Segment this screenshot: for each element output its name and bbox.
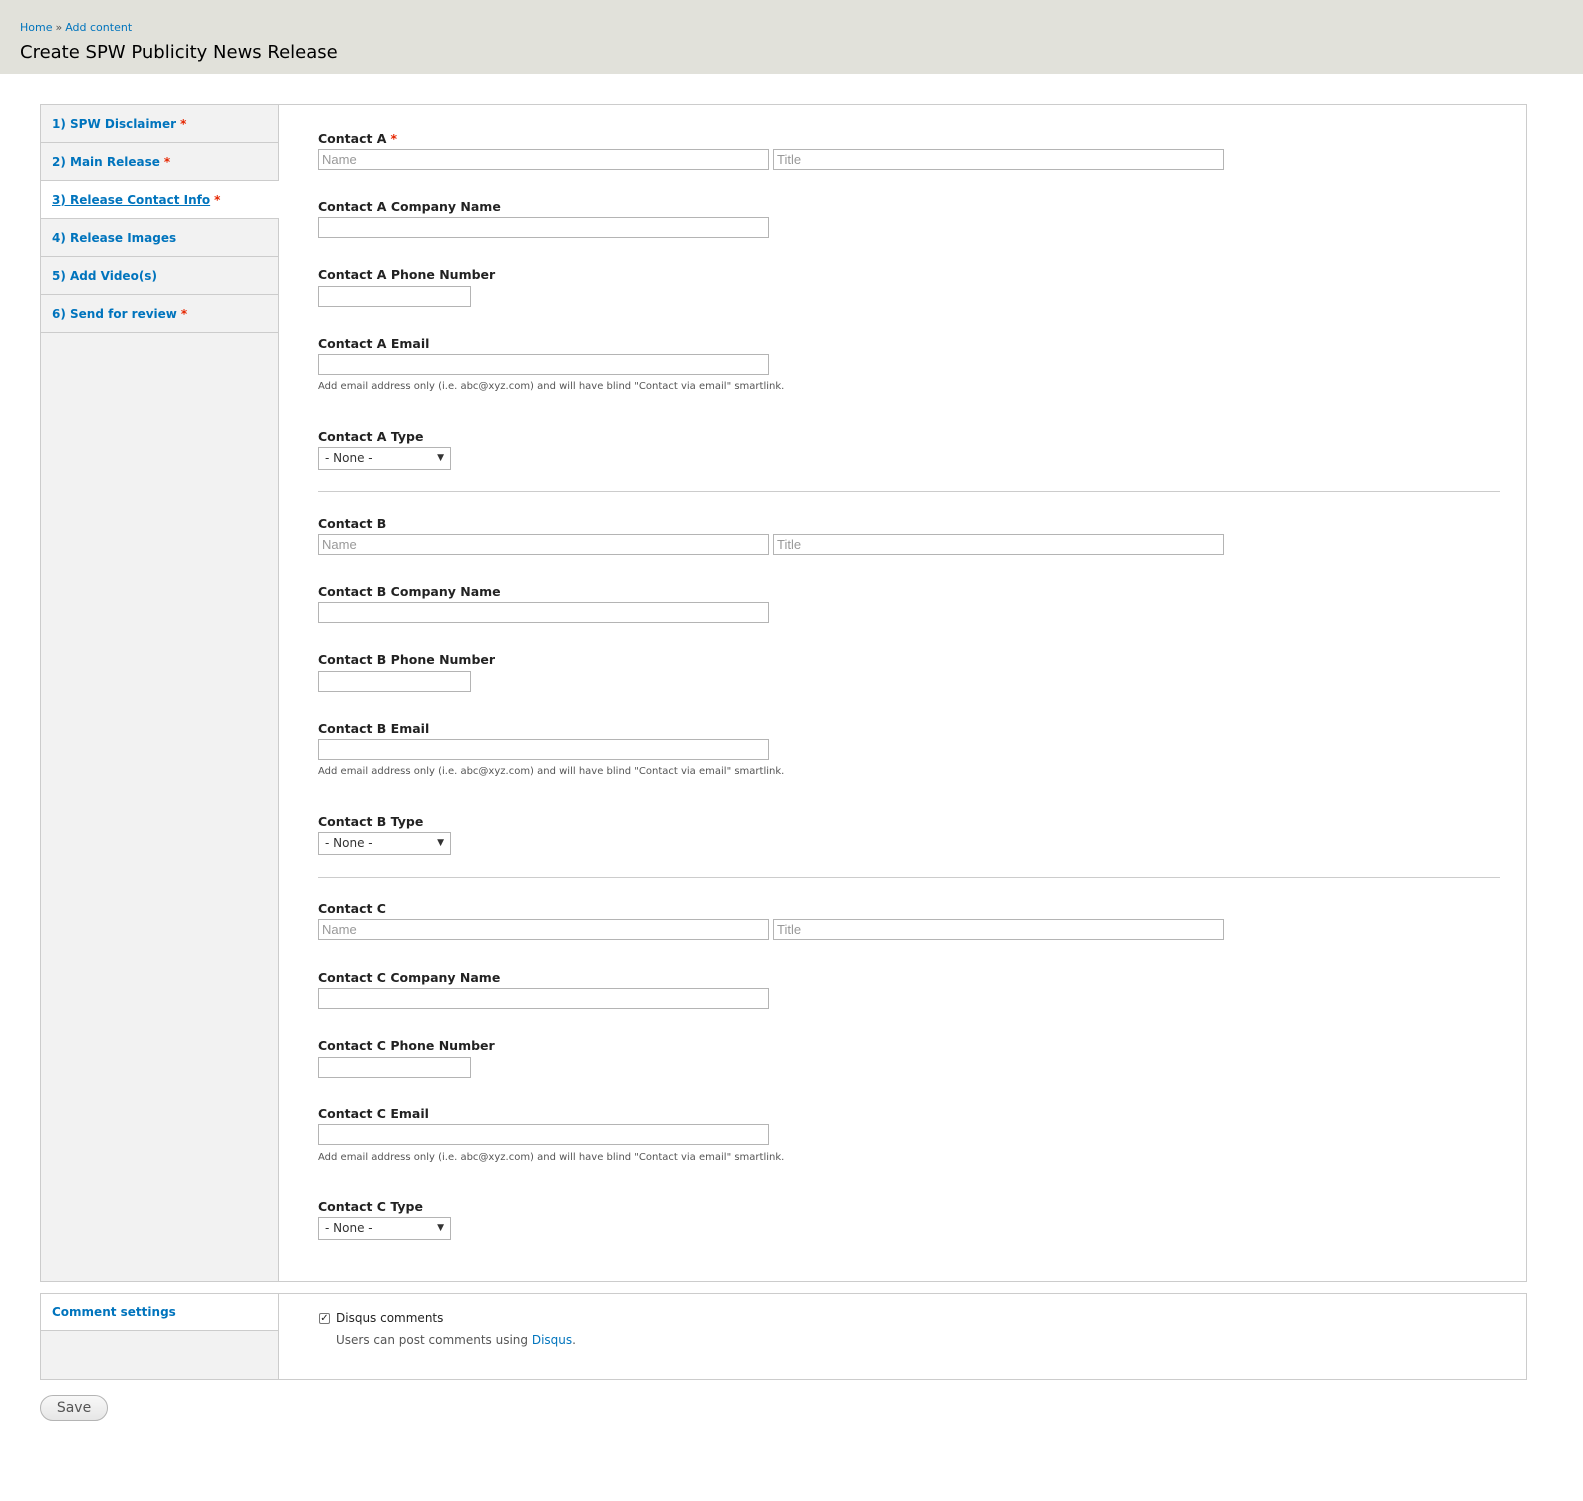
chevron-down-icon: ▼ bbox=[437, 1223, 444, 1233]
contact-a-name-input[interactable] bbox=[318, 149, 769, 170]
contact-b-company-input[interactable] bbox=[318, 602, 769, 623]
disqus-comments-label[interactable]: Disqus comments bbox=[336, 1311, 443, 1325]
select-value: - None - bbox=[325, 1221, 373, 1235]
vertical-tabs: 1) SPW Disclaimer * 2) Main Release * 3) R… bbox=[40, 104, 1527, 1282]
required-marker: * bbox=[163, 154, 171, 169]
contact-c-name-input[interactable] bbox=[318, 919, 769, 940]
contact-a-email-label: Contact A Email bbox=[318, 336, 430, 351]
divider bbox=[318, 491, 1500, 492]
checkmark-icon: ✓ bbox=[320, 1313, 329, 1324]
contact-a-email-description: Add email address only (i.e. abc@xyz.com… bbox=[318, 381, 785, 392]
breadcrumb-separator: » bbox=[55, 21, 63, 34]
contact-c-email-label: Contact C Email bbox=[318, 1106, 429, 1121]
contact-a-title-input[interactable] bbox=[773, 149, 1224, 170]
contact-c-title-input[interactable] bbox=[773, 919, 1224, 940]
tab-label: 5) Add Video(s) bbox=[52, 268, 157, 283]
contact-a-type-label: Contact A Type bbox=[318, 429, 424, 444]
select-value: - None - bbox=[325, 836, 373, 850]
chevron-down-icon: ▼ bbox=[437, 453, 444, 463]
breadcrumb: Home» Add content bbox=[20, 21, 132, 34]
required-marker: * bbox=[180, 116, 187, 131]
contact-c-phone-input[interactable] bbox=[318, 1057, 471, 1078]
comment-settings: Comment settings ✓ Disqus comments Users… bbox=[40, 1293, 1527, 1380]
contact-c-type-select[interactable]: - None - ▼ bbox=[318, 1217, 451, 1240]
contact-b-type-label: Contact B Type bbox=[318, 814, 424, 829]
breadcrumb-add-content-link[interactable]: Add content bbox=[65, 21, 132, 34]
tab-send-for-review[interactable]: 6) Send for review * bbox=[41, 295, 278, 333]
tab-release-contact-info[interactable]: 3) Release Contact Info * bbox=[41, 181, 279, 219]
comment-settings-tabs: Comment settings bbox=[41, 1294, 279, 1379]
contact-a-type-select[interactable]: - None - ▼ bbox=[318, 447, 451, 470]
chevron-down-icon: ▼ bbox=[437, 838, 444, 848]
contact-c-label: Contact C bbox=[318, 901, 386, 916]
contact-c-company-input[interactable] bbox=[318, 988, 769, 1009]
vertical-tabs-list: 1) SPW Disclaimer * 2) Main Release * 3) R… bbox=[41, 105, 279, 1281]
contact-b-email-label: Contact B Email bbox=[318, 721, 430, 736]
contact-c-type-label: Contact C Type bbox=[318, 1199, 423, 1214]
select-value: - None - bbox=[325, 451, 373, 465]
contact-b-email-description: Add email address only (i.e. abc@xyz.com… bbox=[318, 766, 785, 777]
divider bbox=[318, 877, 1500, 878]
contact-c-email-input[interactable] bbox=[318, 1124, 769, 1145]
save-button[interactable]: Save bbox=[40, 1395, 108, 1421]
contact-b-phone-input[interactable] bbox=[318, 671, 471, 692]
contact-b-title-input[interactable] bbox=[773, 534, 1224, 555]
page-title: Create SPW Publicity News Release bbox=[20, 42, 338, 63]
tab-release-images[interactable]: 4) Release Images bbox=[41, 219, 278, 257]
contact-b-name-input[interactable] bbox=[318, 534, 769, 555]
required-marker: * bbox=[390, 131, 398, 146]
tab-comment-settings[interactable]: Comment settings bbox=[41, 1294, 278, 1331]
tab-label: 3) Release Contact Info bbox=[52, 192, 211, 207]
tab-add-videos[interactable]: 5) Add Video(s) bbox=[41, 257, 278, 295]
contact-b-company-label: Contact B Company Name bbox=[318, 584, 501, 599]
contact-c-company-label: Contact C Company Name bbox=[318, 970, 501, 985]
required-marker: * bbox=[180, 306, 188, 321]
contact-a-phone-label: Contact A Phone Number bbox=[318, 267, 496, 282]
contact-c-phone-label: Contact C Phone Number bbox=[318, 1038, 495, 1053]
contact-a-company-input[interactable] bbox=[318, 217, 769, 238]
tab-label: 2) Main Release bbox=[52, 154, 160, 169]
contact-a-phone-input[interactable] bbox=[318, 286, 471, 307]
tab-label: 4) Release Images bbox=[52, 230, 177, 245]
page-header: Home» Add content Create SPW Publicity Ne… bbox=[0, 0, 1583, 74]
required-marker: * bbox=[214, 192, 221, 207]
disqus-link[interactable]: Disqus bbox=[532, 1333, 572, 1347]
contact-a-label: Contact A * bbox=[318, 131, 398, 146]
contact-b-email-input[interactable] bbox=[318, 739, 769, 760]
tab-main-release[interactable]: 2) Main Release * bbox=[41, 143, 278, 181]
contact-b-label: Contact B bbox=[318, 516, 387, 531]
contact-a-company-label: Contact A Company Name bbox=[318, 199, 501, 214]
contact-b-phone-label: Contact B Phone Number bbox=[318, 652, 496, 667]
tab-label: 6) Send for review bbox=[52, 306, 177, 321]
tab-label: 1) SPW Disclaimer bbox=[52, 116, 177, 131]
contact-a-email-input[interactable] bbox=[318, 354, 769, 375]
contact-b-type-select[interactable]: - None - ▼ bbox=[318, 832, 451, 855]
tab-spw-disclaimer[interactable]: 1) SPW Disclaimer * bbox=[41, 105, 278, 143]
contact-c-email-description: Add email address only (i.e. abc@xyz.com… bbox=[318, 1152, 785, 1163]
breadcrumb-home-link[interactable]: Home bbox=[20, 21, 52, 34]
disqus-comments-description: Users can post comments using Disqus. bbox=[336, 1333, 576, 1347]
disqus-comments-checkbox[interactable]: ✓ bbox=[319, 1313, 330, 1324]
